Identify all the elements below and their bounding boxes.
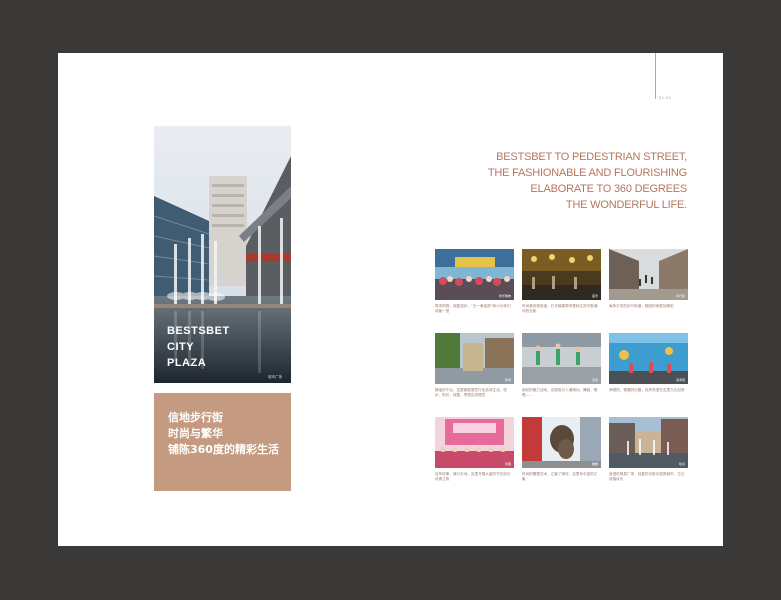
hero-caption-line: PLAZA (167, 357, 207, 369)
heading-line: BESTSBET TO PEDESTRIAN STREET, (496, 151, 687, 163)
thumbnail-item: 休闲 静谧的午后，这里都能惬意行走品味生活，信步，阳光，绿茵，享受自然惬意 (435, 333, 514, 398)
page-rule (655, 53, 656, 99)
thumbnail-item: 海洋馆 养眼的，健康的乐趣，欢声笑语在这里久久回荡 (609, 333, 688, 393)
slogan-text: 信地步行街 时尚与繁华 铺陈360度的精彩生活 (168, 410, 279, 458)
thumbnail-label: 雕塑 (592, 461, 598, 466)
section-heading: BESTSBET TO PEDESTRIAN STREET, THE FASHI… (488, 149, 687, 213)
hero-caption: BESTSBET CITY PLAZA (167, 323, 230, 371)
thumbnail-photo: 雕塑 (522, 417, 601, 468)
thumbnail-caption: 时尚的雕塑艺术，汇聚了美好，这里有丰富的汇聚 (522, 472, 598, 481)
thumbnail-item: 雕塑 时尚的雕塑艺术，汇聚了美好，这里有丰富的汇聚 (522, 417, 601, 482)
thumbnail-photo: 步行街 (609, 249, 688, 300)
thumbnail-photo: 休闲 (435, 333, 514, 384)
thumbnail-item: 夜景 时尚潮流夜街道，灯光璀璨带来蓬勃生机不断涌动的光影 (522, 249, 601, 314)
thumbnail-label: 海洋馆 (676, 377, 685, 382)
thumbnail-label: 庆典 (505, 461, 511, 466)
thumbnail-item: 庆典 百年好事，缘分天地，这里开展大量的节日欢乐庆典之夜 (435, 417, 514, 482)
thumbnail-caption: 周末购物，轻盈漫步。“五一黄金周”和小伙伴们欢聚一堂 (435, 304, 511, 313)
page-number: 01.01 (659, 95, 672, 100)
thumbnail-photo: 夜景 (522, 249, 601, 300)
slogan-line: 时尚与繁华 (168, 427, 223, 440)
thumbnail-caption: 静谧的午后，这里都能惬意行走品味生活，信步，阳光，绿茵，享受自然惬意 (435, 388, 507, 397)
thumbnail-label: 步行街 (676, 293, 685, 298)
thumbnail-photo: 喷泉 (609, 417, 688, 468)
thumbnail-photo: 活动 (522, 333, 601, 384)
thumbnail-label: 休闲 (505, 377, 511, 382)
hero-photo-credit: 城市广场 (268, 374, 282, 379)
slogan-line: 铺陈360度的精彩生活 (168, 443, 279, 456)
thumbnail-item: 活动 缤纷的魅力活动，总能吸引人潮涌动，舞蹈，歌唱…… (522, 333, 601, 398)
thumbnail-photo: 庆典 (435, 417, 514, 468)
thumbnail-caption: 百年好事，缘分天地，这里开展大量的节日欢乐庆典之夜 (435, 472, 511, 481)
heading-line: ELABORATE TO 360 DEGREES (530, 183, 687, 195)
thumbnail-caption: 时尚潮流夜街道，灯光璀璨带来蓬勃生机不断涌动的光影 (522, 304, 598, 313)
thumbnail-caption: 缤纷的魅力活动，总能吸引人潮涌动，舞蹈，歌唱…… (522, 388, 598, 397)
thumbnail-item: 喷泉 浪漫的喷泉广场，轻盈的光影中感受城市，忘记烦恼欢乐 (609, 417, 688, 482)
thumbnail-caption: 养眼的，健康的乐趣，欢声笑语在这里久久回荡 (609, 388, 685, 392)
thumbnail-label: 欢乐购物 (499, 293, 511, 298)
heading-line: THE FASHIONABLE AND FLOURISHING (487, 167, 687, 179)
hero-caption-line: BESTSBET (167, 325, 230, 337)
slogan-block: 信地步行街 时尚与繁华 铺陈360度的精彩生活 (154, 393, 291, 491)
thumbnail-caption: 每条平坦的步行街道，都因你而更加精彩 (609, 304, 674, 308)
thumbnail-photo: 欢乐购物 (435, 249, 514, 300)
hero-photo: 城市广场 BESTSBET CITY PLAZA (154, 126, 291, 383)
thumbnail-caption: 浪漫的喷泉广场，轻盈的光影中感受城市，忘记烦恼欢乐 (609, 472, 685, 481)
slogan-line: 信地步行街 (168, 411, 223, 424)
thumbnail-item: 步行街 每条平坦的步行街道，都因你而更加精彩 (609, 249, 688, 309)
brochure-spread: 01.01 城市广场 BESTSBET CITY PLAZA 信地步行街 时尚与… (58, 53, 723, 546)
thumbnail-item: 欢乐购物 周末购物，轻盈漫步。“五一黄金周”和小伙伴们欢聚一堂 (435, 249, 514, 314)
thumbnail-label: 喷泉 (679, 461, 685, 466)
thumbnail-label: 夜景 (592, 293, 598, 298)
thumbnail-photo: 海洋馆 (609, 333, 688, 384)
hero-caption-line: CITY (167, 341, 195, 353)
thumbnail-label: 活动 (592, 377, 598, 382)
heading-line: THE WONDERFUL LIFE. (565, 199, 687, 211)
